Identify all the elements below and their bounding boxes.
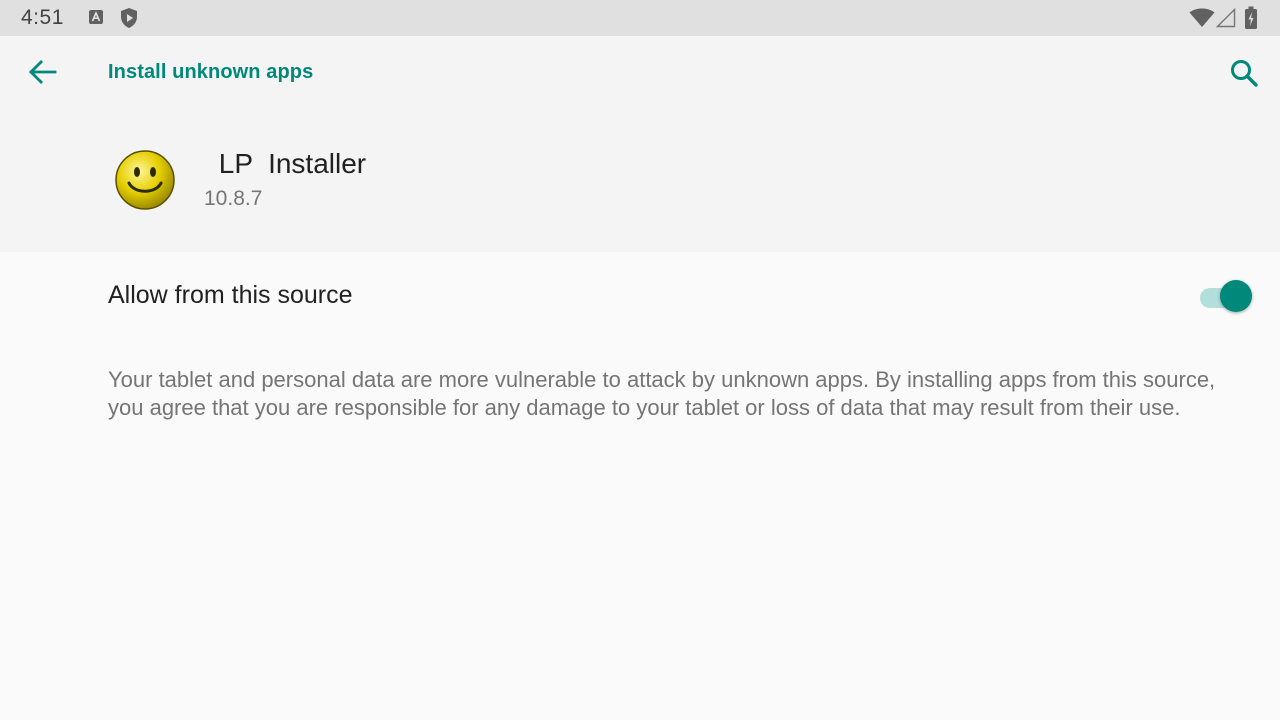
- status-time: 4:51: [21, 6, 64, 29]
- shield-play-icon: [121, 8, 137, 28]
- search-button[interactable]: [1224, 54, 1264, 94]
- smiley-face-icon: [115, 150, 175, 210]
- cell-signal-icon: [1216, 8, 1236, 28]
- allow-from-source-label: Allow from this source: [108, 281, 353, 309]
- page-title: Install unknown apps: [108, 61, 314, 83]
- allow-from-source-toggle[interactable]: [1198, 278, 1254, 312]
- app-name: LP Installer: [211, 148, 367, 179]
- back-button[interactable]: [22, 54, 62, 90]
- search-icon: [1231, 60, 1258, 87]
- app-header: LP Installer 10.8.7: [0, 108, 1280, 252]
- arrow-back-icon: [29, 60, 57, 84]
- allow-from-source-row[interactable]: Allow from this source: [0, 252, 1280, 340]
- app-version: 10.8.7: [204, 187, 263, 210]
- app-bar: Install unknown apps: [0, 36, 1280, 108]
- a-notification-icon: [89, 10, 103, 24]
- toggle-thumb: [1220, 280, 1252, 312]
- warning-text: Your tablet and personal data are more v…: [108, 367, 1216, 420]
- battery-charging-icon: [1245, 6, 1257, 29]
- wifi-icon: [1189, 8, 1215, 27]
- status-bar: 4:51: [0, 0, 1280, 36]
